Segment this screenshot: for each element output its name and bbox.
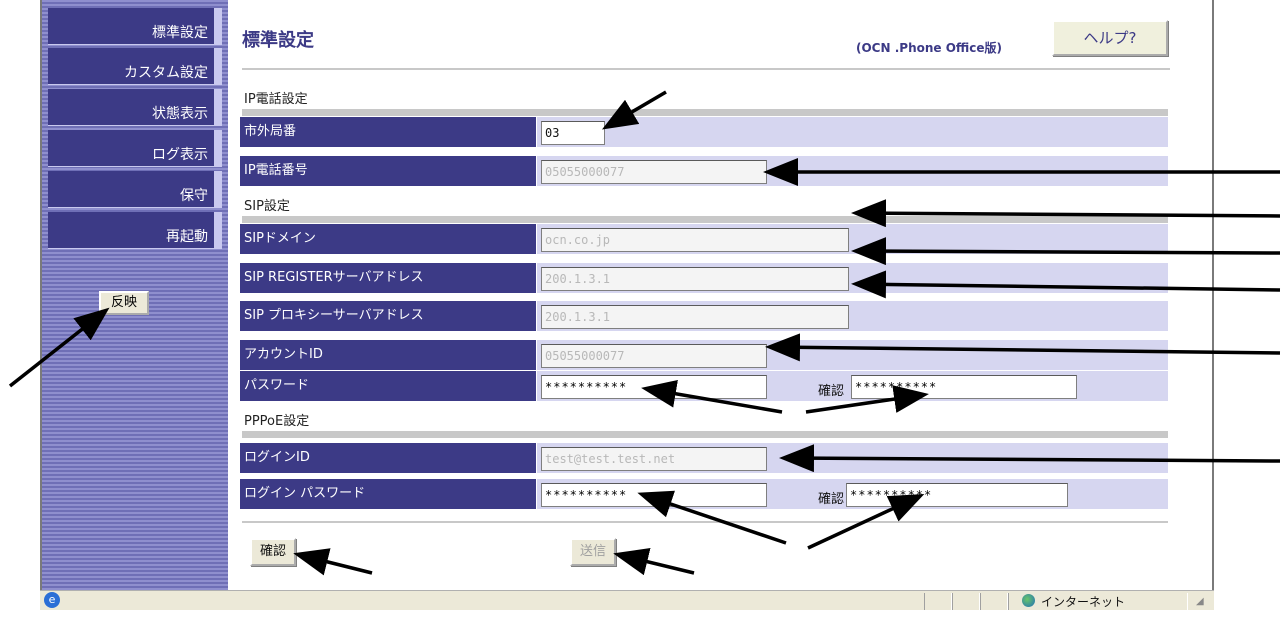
sidebar-item-label: 保守	[180, 188, 208, 204]
footer-divider	[242, 521, 1168, 523]
sip-domain-label: SIPドメイン	[240, 224, 536, 254]
title-divider	[242, 68, 1170, 70]
status-cell	[980, 593, 1008, 610]
password-label: パスワード	[240, 371, 536, 401]
resize-grip-icon[interactable]: ◢	[1196, 596, 1210, 608]
help-button[interactable]: ヘルプ?	[1052, 20, 1168, 56]
sidebar-item-label: 再起動	[166, 229, 208, 245]
ip-phone-input[interactable]: 05055000077	[541, 160, 767, 184]
sidebar-item-edge	[214, 212, 222, 249]
sidebar-item-edge	[214, 130, 222, 167]
status-cell	[924, 593, 952, 610]
section-divider	[242, 109, 1168, 116]
sidebar-item-restart[interactable]: 再起動	[48, 212, 214, 249]
section-title-pppoe: PPPoE設定	[244, 414, 310, 429]
area-code-label: 市外局番	[240, 117, 536, 147]
sidebar-item-maintenance[interactable]: 保守	[48, 171, 214, 208]
login-id-label: ログインID	[240, 443, 536, 473]
ip-phone-label: IP電話番号	[240, 156, 536, 186]
sidebar-item-log[interactable]: ログ表示	[48, 130, 214, 167]
login-password-confirm-label: 確認	[818, 492, 845, 507]
sip-proxy-input[interactable]: 200.1.3.1	[541, 305, 849, 329]
status-cell	[952, 593, 980, 610]
sip-proxy-label: SIP プロキシーサーバアドレス	[240, 301, 536, 331]
account-id-input[interactable]: 05055000077	[541, 344, 767, 368]
sidebar-item-edge	[214, 171, 222, 208]
area-code-input[interactable]: 03	[541, 121, 605, 145]
login-password-confirm-input[interactable]: **********	[846, 483, 1068, 507]
password-input[interactable]: **********	[541, 375, 767, 399]
section-divider	[242, 431, 1168, 438]
sidebar-item-edge	[214, 8, 222, 45]
sidebar-item-edge	[214, 48, 222, 85]
password-confirm-input[interactable]: **********	[851, 375, 1077, 399]
login-password-input[interactable]: **********	[541, 483, 767, 507]
window-border-right	[1212, 0, 1214, 608]
sip-domain-input[interactable]: ocn.co.jp	[541, 228, 849, 252]
zone-label: インターネット	[1041, 595, 1126, 609]
section-title-sip: SIP設定	[244, 199, 290, 214]
page-title: 標準設定	[242, 30, 314, 51]
account-id-label: アカウントID	[240, 340, 536, 370]
sidebar-item-status[interactable]: 状態表示	[48, 89, 214, 126]
sidebar-item-label: 状態表示	[152, 106, 208, 122]
ie-page-icon: e	[44, 592, 60, 608]
sip-register-input[interactable]: 200.1.3.1	[541, 267, 849, 291]
apply-button[interactable]: 反映	[99, 291, 149, 315]
confirm-button[interactable]: 確認	[250, 538, 296, 566]
section-title-ip: IP電話設定	[244, 92, 308, 107]
edition-label: (OCN .Phone Office版)	[856, 41, 1003, 55]
login-id-input[interactable]: test@test.test.net	[541, 447, 767, 471]
sidebar-item-edge	[214, 89, 222, 126]
login-password-label: ログイン パスワード	[240, 479, 536, 509]
send-button[interactable]: 送信	[570, 538, 616, 566]
password-confirm-label: 確認	[818, 384, 845, 399]
area-code-row	[537, 117, 1168, 147]
sip-register-label: SIP REGISTERサーバアドレス	[240, 263, 536, 293]
sidebar-item-label: 標準設定	[152, 25, 208, 41]
sidebar-item-label: ログ表示	[152, 147, 208, 163]
sidebar-item-custom-settings[interactable]: カスタム設定	[48, 48, 214, 85]
section-divider	[242, 216, 1168, 223]
sidebar-item-standard-settings[interactable]: 標準設定	[48, 8, 214, 45]
sidebar-item-label: カスタム設定	[124, 65, 208, 81]
globe-icon	[1022, 594, 1035, 607]
